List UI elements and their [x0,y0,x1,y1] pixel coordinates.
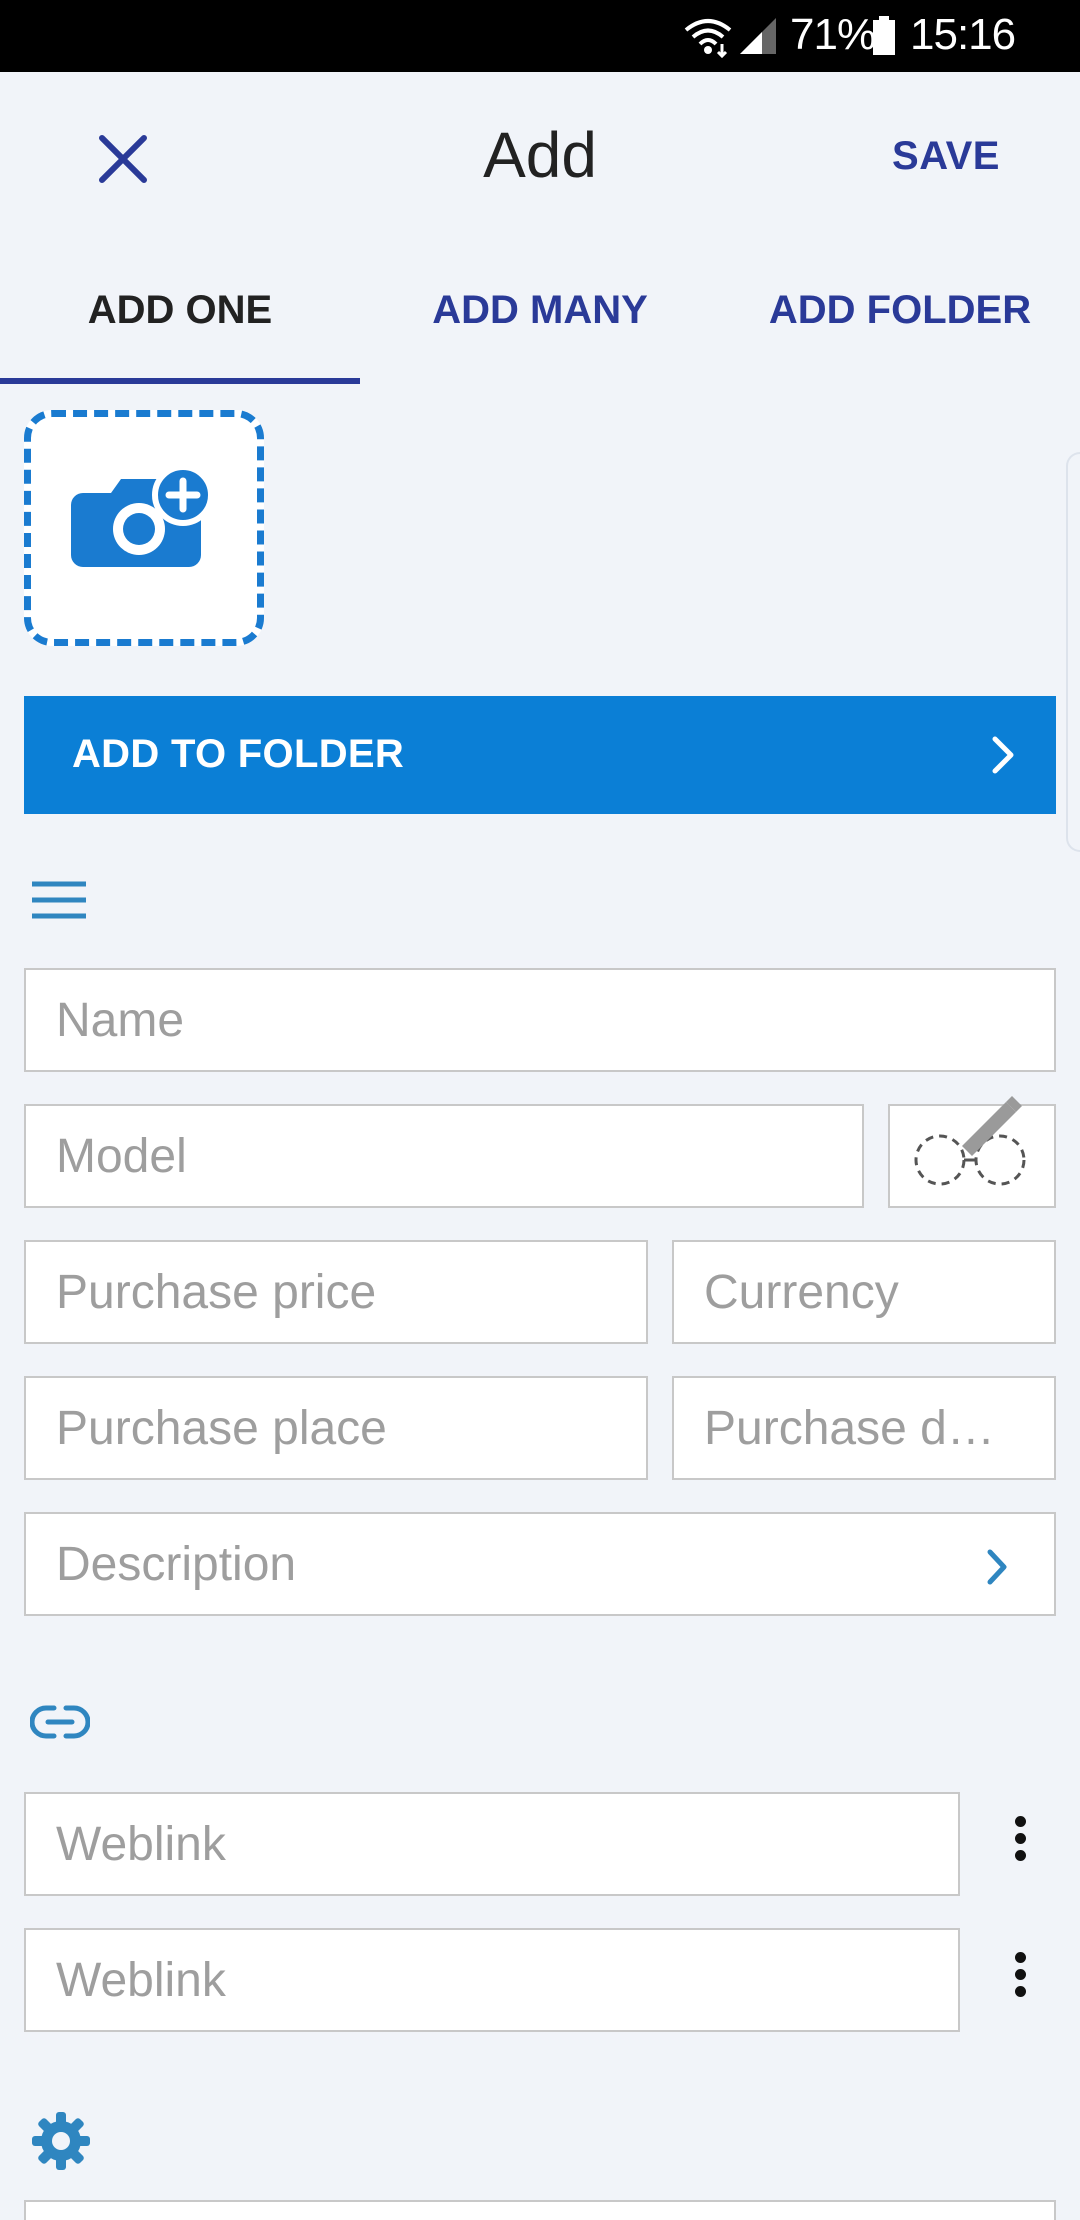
battery-icon [873,16,895,55]
app-bar: Add SAVE [0,72,1080,244]
purchase-price-input[interactable] [26,1242,646,1342]
name-field[interactable] [24,968,1056,1072]
tab-add-folder[interactable]: ADD FOLDER [720,288,1080,333]
wifi-icon [684,19,732,58]
weblink-field[interactable] [24,1928,960,2032]
model-field[interactable] [24,1104,864,1208]
purchase-date-input[interactable] [674,1378,1054,1478]
chevron-right-icon [992,736,1014,774]
tab-bar: ADD ONE ADD MANY ADD FOLDER [0,244,1080,384]
model-input[interactable] [26,1106,862,1206]
name-input[interactable] [26,970,1054,1070]
weblink-more-options-icon[interactable] [1000,1812,1040,1872]
weblink-more-options-icon[interactable] [1000,1948,1040,2008]
active-tab-indicator [0,378,360,384]
tab-add-many[interactable]: ADD MANY [360,288,720,333]
weblink-input[interactable] [26,1930,958,2030]
purchase-place-input[interactable] [26,1378,646,1478]
currency-field[interactable] [672,1240,1056,1344]
purchase-date-field[interactable] [672,1376,1056,1480]
battery-percent: 71% [790,10,876,59]
description-input[interactable] [26,1514,1054,1614]
clock: 15:16 [910,10,1016,59]
menu-lines-icon [32,881,86,919]
side-panel-handle[interactable] [1066,452,1080,852]
tab-add-one[interactable]: ADD ONE [0,288,360,333]
signal-icon [740,18,776,54]
save-button[interactable]: SAVE [892,134,1000,179]
weblink-field[interactable] [24,1792,960,1896]
link-icon [30,1705,90,1739]
chevron-right-icon [987,1549,1007,1585]
add-to-folder-label: ADD TO FOLDER [72,732,405,776]
glasses-pencil-icon [914,1096,1026,1186]
gear-icon [32,2112,90,2170]
add-photo-button[interactable] [24,410,264,646]
add-photo-camera-icon [71,464,214,567]
description-field[interactable] [24,1512,1056,1616]
currency-input[interactable] [674,1242,1054,1342]
status-bar: 71% 15:16 [0,0,1080,72]
purchase-price-field[interactable] [24,1240,648,1344]
add-to-folder-button[interactable]: ADD TO FOLDER [24,696,1056,814]
settings-field[interactable] [24,2200,1056,2220]
purchase-place-field[interactable] [24,1376,648,1480]
model-lookup-button[interactable] [888,1096,1056,1208]
weblink-input[interactable] [26,1794,958,1894]
